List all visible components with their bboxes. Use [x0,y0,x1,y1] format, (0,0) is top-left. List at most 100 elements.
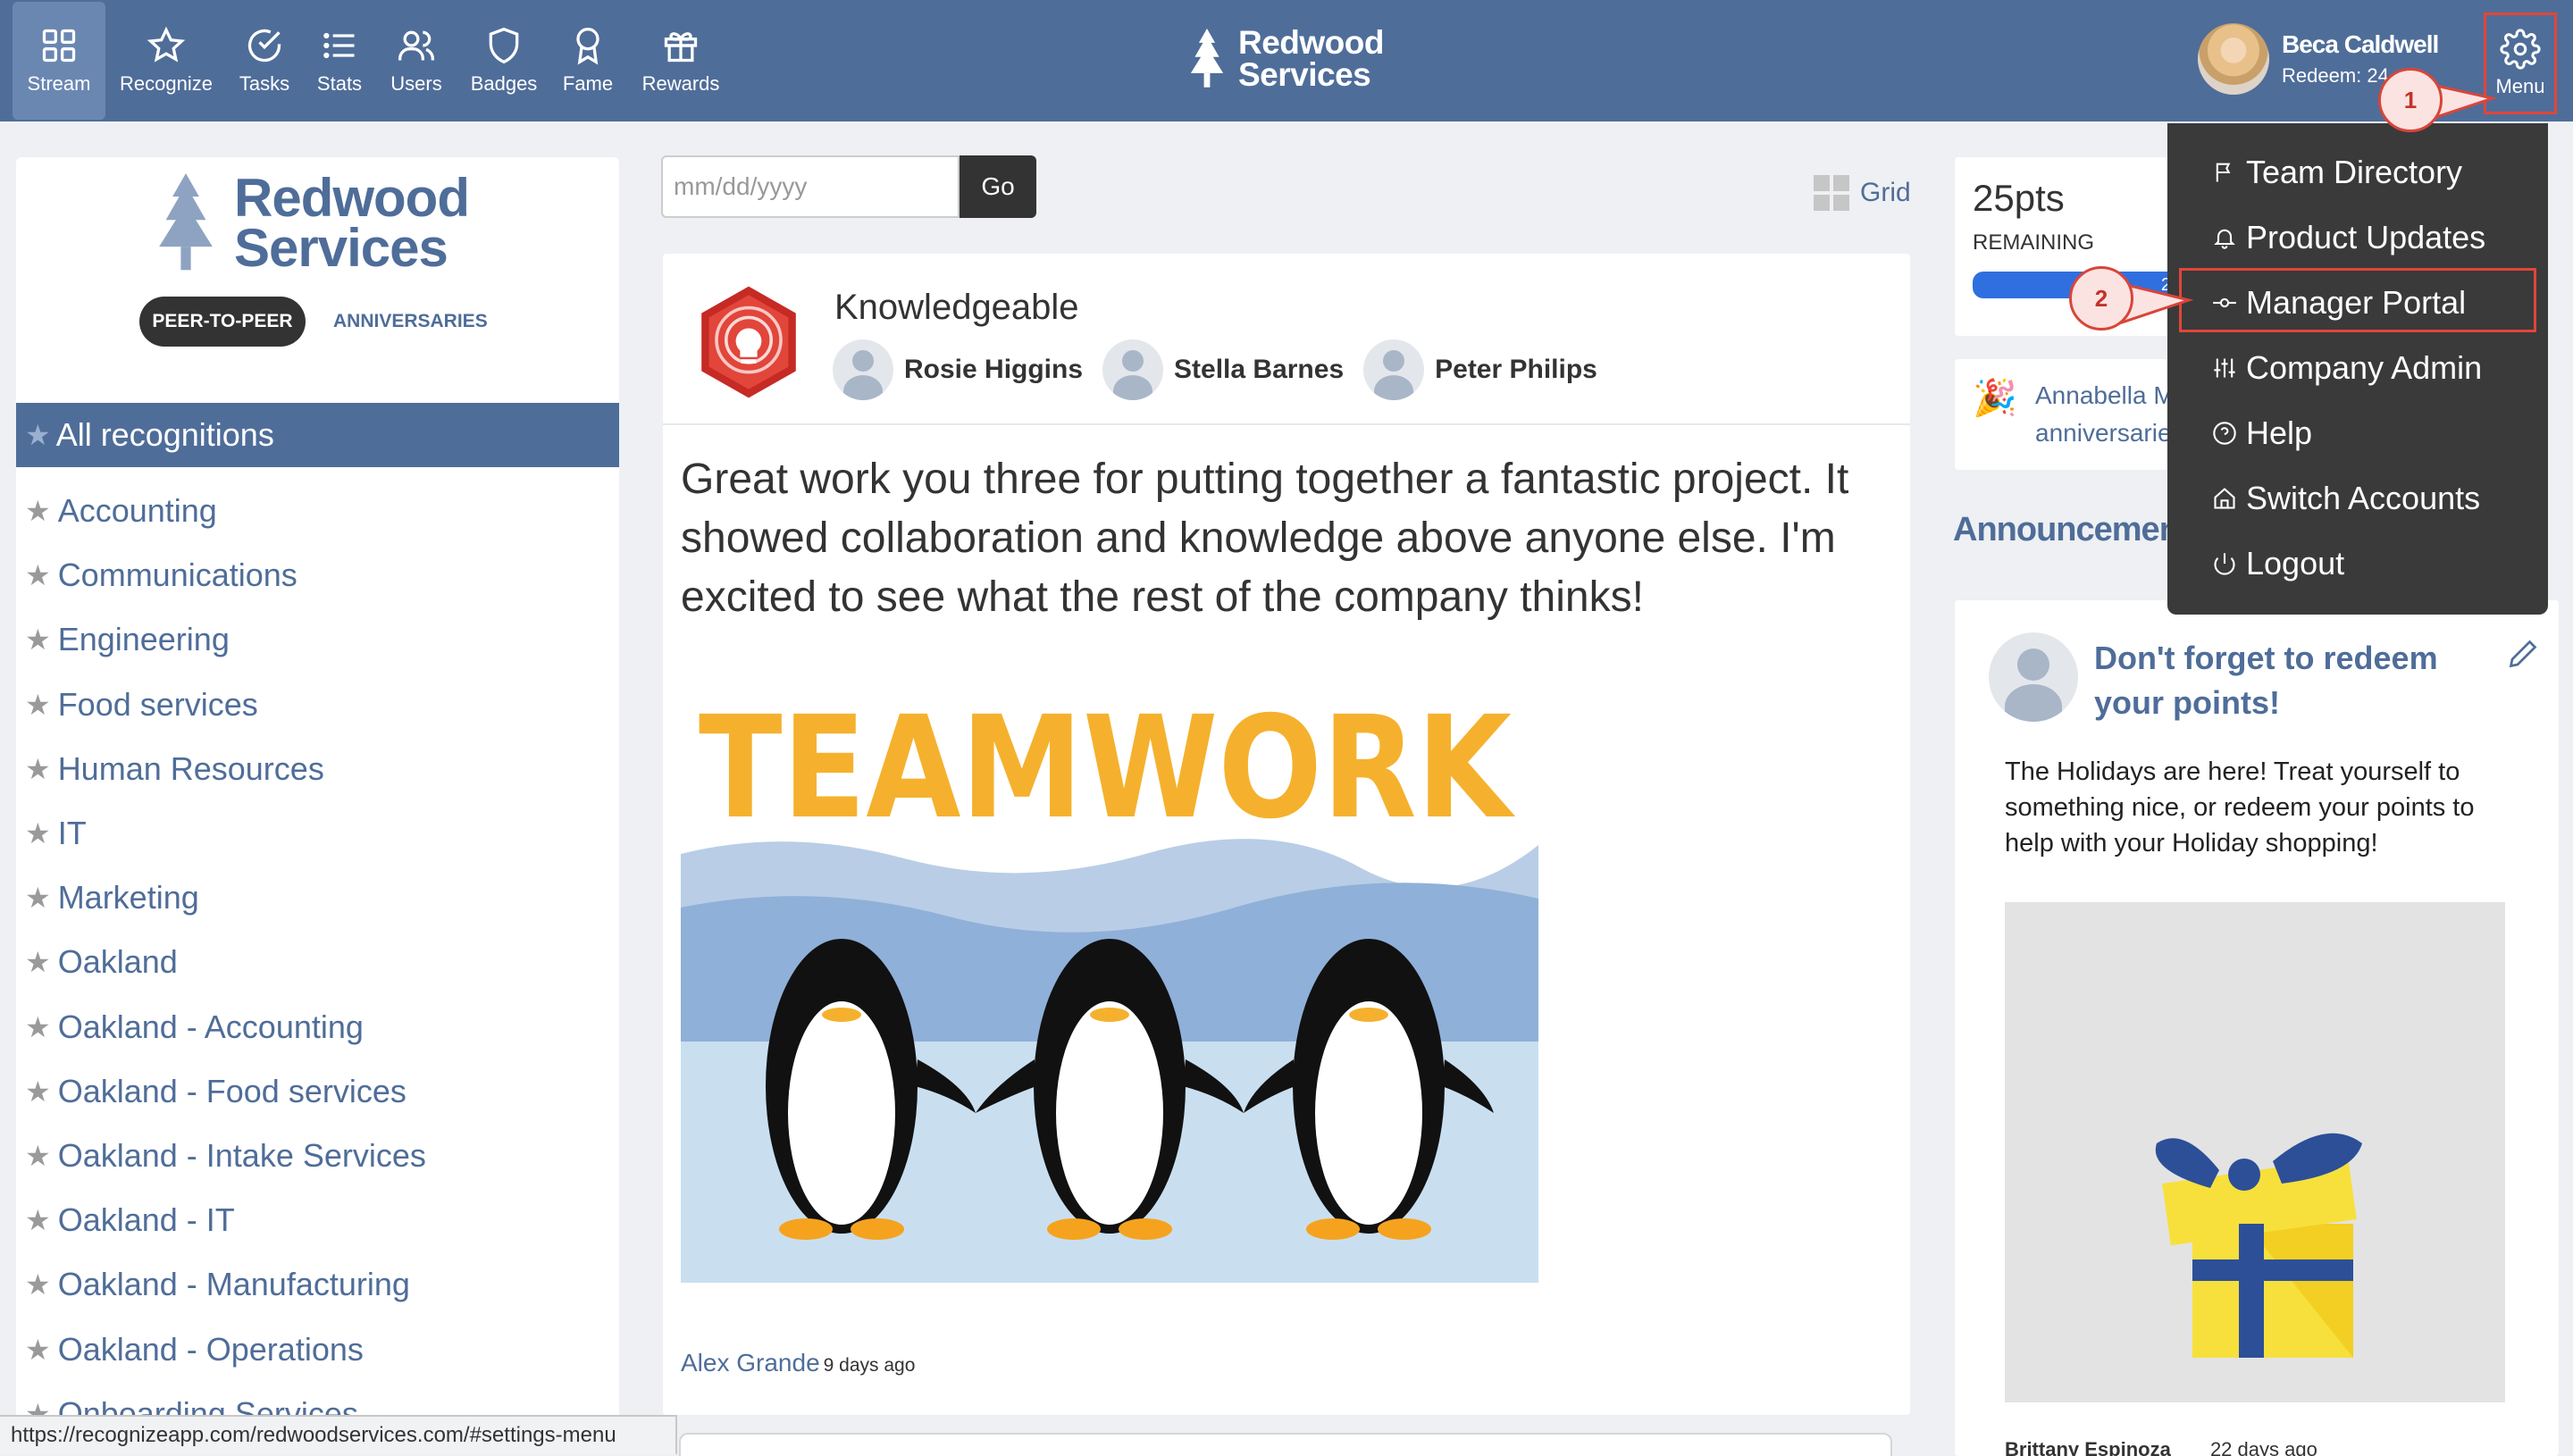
recipient-name: Peter Philips [1435,355,1597,384]
category-item[interactable]: ★ Oakland - IT [25,1188,426,1252]
left-sidebar: Redwood Services PEER-TO-PEER ANNIVERSAR… [16,157,619,1435]
menu-item-label: Company Admin [2246,349,2483,386]
nav-stream-label: Stream [27,72,91,95]
tab-peer-to-peer[interactable]: PEER-TO-PEER [139,297,306,347]
category-item[interactable]: ★ Oakland - Food services [25,1059,426,1124]
menu-item-company-admin[interactable]: Company Admin [2212,349,2482,387]
recipient-name: Rosie Higgins [904,355,1084,384]
category-item[interactable]: ★ Marketing [25,866,426,930]
star-icon: ★ [25,1139,51,1172]
nav-badges[interactable]: Badges [457,0,550,121]
category-label: Engineering [57,621,230,658]
category-item[interactable]: ★ Oakland - Accounting [25,995,426,1059]
nav-rewards[interactable]: Rewards [634,0,727,121]
recipient[interactable]: Peter Philips [1363,339,1597,400]
pencil-icon[interactable] [2507,638,2539,670]
nav-recognize[interactable]: Recognize [120,0,213,121]
teamwork-image-text: TEAMWORK [699,686,1516,850]
bell-icon [2214,229,2235,249]
star-icon: ★ [25,1010,51,1043]
menu-item-help[interactable]: Help [2212,414,2312,452]
step-callout-2: 2 [2069,266,2133,331]
gift-image [2005,902,2505,1402]
date-filter-input[interactable]: mm/dd/yyyy [661,155,960,218]
menu-item-label: Logout [2246,545,2345,582]
award-icon [576,28,599,65]
check-circle-icon [247,29,281,63]
settings-dropdown-menu: Team Directory Product Updates Manager P… [2167,123,2548,615]
tree-icon [1190,29,1224,88]
avatar [833,339,893,400]
category-item[interactable]: ★ Communications [25,543,426,607]
users-icon [398,30,434,61]
help-circle-icon [2213,422,2236,445]
step-callout-1: 1 [2378,68,2443,132]
badge-title: Knowledgeable [834,288,1079,327]
category-label: Human Resources [57,749,324,787]
power-icon [2214,553,2235,575]
menu-item-label: Help [2246,414,2313,451]
announcements-title: Announcemen [1953,511,2180,548]
category-label: Marketing [57,879,199,916]
nav-badges-label: Badges [470,72,538,95]
star-icon: ★ [25,752,51,785]
category-label: Oakland [57,943,178,981]
category-item[interactable]: ★ Oakland - Intake Services [25,1124,426,1188]
manager-portal-highlight [2179,268,2536,332]
category-item[interactable]: ★ Oakland [25,930,426,994]
menu-item-logout[interactable]: Logout [2212,545,2344,582]
category-item[interactable]: ★ Food services [25,673,426,737]
nav-users[interactable]: Users [370,0,463,121]
star-icon: ★ [25,1204,51,1237]
grid-label: Grid [1860,178,1911,207]
category-item[interactable]: ★ Oakland - Operations [25,1317,426,1381]
category-label: Accounting [57,492,217,530]
avatar [1363,339,1425,400]
all-recognitions-label: All recognitions [55,416,274,453]
menu-item-product-updates[interactable]: Product Updates [2212,219,2485,256]
star-icon: ★ [25,495,51,528]
author-name: Alex Grande [681,1349,820,1377]
all-recognitions-filter[interactable]: ★ All recognitions [16,403,619,467]
divider [663,423,1910,425]
category-item[interactable]: ★ Oakland - Manufacturing [25,1252,426,1317]
anniversary-card[interactable]: 🎉 Annabella M anniversarie [1955,359,2187,470]
tree-icon [159,173,213,271]
announcement-footer: Brittany Espinoza 22 days ago [2005,1438,2317,1456]
teamwork-image: TEAMWORK [681,666,1538,1283]
category-item[interactable]: ★ Engineering [25,607,426,672]
category-label: Oakland - Manufacturing [57,1266,410,1303]
company-logo-text: Redwood Services [234,168,470,278]
category-item[interactable]: ★ IT [25,801,426,866]
avatar [2198,23,2269,95]
category-item[interactable]: ★ Accounting [25,479,426,543]
recipient[interactable]: Stella Barnes [1102,339,1344,400]
shield-icon [489,27,519,64]
grid-view-toggle[interactable]: Grid [1814,175,1911,211]
announcement-timestamp: 22 days ago [2209,1438,2317,1456]
nav-recognize-label: Recognize [120,72,213,95]
menu-item-label: Team Directory [2246,154,2463,190]
recognition-post: Knowledgeable Rosie Higgins Stella Barne… [663,254,1910,1415]
announcement-author: Brittany Espinoza [2005,1438,2171,1456]
go-button[interactable]: Go [960,155,1036,218]
menu-item-switch-accounts[interactable]: Switch Accounts [2212,480,2480,517]
post-author[interactable]: Alex Grande 9 days ago [681,1349,915,1377]
menu-item-team-directory[interactable]: Team Directory [2212,154,2462,191]
category-label: Oakland - IT [57,1201,235,1239]
post-message: Great work you three for putting togethe… [681,456,1849,621]
party-popper-icon: 🎉 [1973,379,2017,418]
nav-fame[interactable]: Fame [541,0,634,121]
recipient[interactable]: Rosie Higgins [833,339,1083,400]
grid-icon [42,29,76,63]
recipient-list: Rosie Higgins Stella Barnes Peter Philip… [833,339,1617,400]
tab-anniversaries[interactable]: ANNIVERSARIES [333,297,488,347]
star-icon [147,26,186,63]
announcement-card: Don't forget to redeem your points! The … [1955,600,2559,1456]
category-item[interactable]: ★ Human Resources [25,737,426,801]
nav-stream[interactable]: Stream [13,2,105,120]
menu-item-label: Product Updates [2246,219,2486,255]
brand-logo[interactable]: Redwood Services [1186,26,1384,91]
nav-fame-label: Fame [562,72,614,95]
star-icon: ★ [25,946,51,979]
